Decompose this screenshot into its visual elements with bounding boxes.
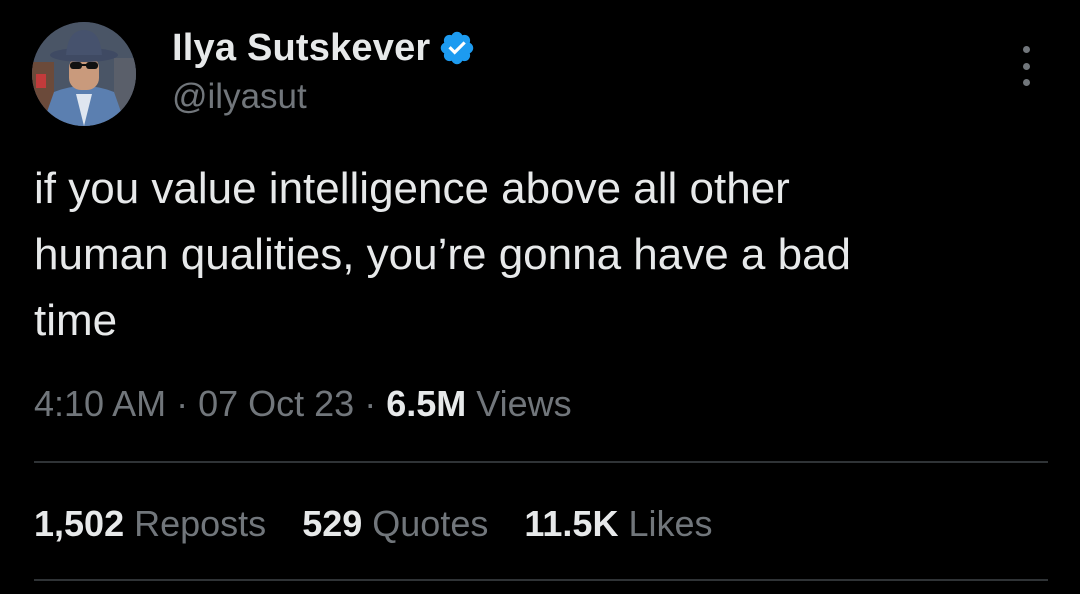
- reposts-stat[interactable]: 1,502 Reposts: [34, 500, 266, 548]
- more-options-icon[interactable]: [1012, 46, 1040, 86]
- avatar[interactable]: [32, 22, 136, 126]
- views-count: 6.5M: [386, 383, 467, 424]
- divider: [34, 461, 1048, 463]
- avatar-image: [32, 22, 136, 126]
- tweet-time[interactable]: 4:10 AM: [34, 383, 166, 424]
- verified-badge-icon[interactable]: [438, 29, 476, 67]
- author-display-name[interactable]: Ilya Sutskever: [172, 26, 430, 70]
- tweet-metadata: 4:10 AM · 07 Oct 23 · 6.5M Views: [34, 380, 572, 428]
- more-dot: [1022, 46, 1030, 53]
- more-dot: [1022, 79, 1030, 86]
- likes-stat[interactable]: 11.5K Likes: [524, 500, 712, 548]
- views-label: Views: [476, 383, 572, 424]
- meta-separator: ·: [166, 383, 199, 424]
- divider: [34, 579, 1048, 581]
- reposts-count: 1,502: [34, 503, 125, 544]
- tweet-date[interactable]: 07 Oct 23: [198, 383, 354, 424]
- likes-count: 11.5K: [524, 503, 619, 544]
- quotes-count: 529: [302, 503, 363, 544]
- author-name-row: Ilya Sutskever: [172, 26, 476, 70]
- tweet-text: if you value intelligence above all othe…: [34, 164, 852, 345]
- quotes-label: Quotes: [372, 503, 489, 544]
- author-handle[interactable]: @ilyasut: [172, 76, 307, 118]
- likes-label: Likes: [628, 503, 713, 544]
- meta-separator: ·: [354, 383, 387, 424]
- engagement-stats: 1,502 Reposts 529 Quotes 11.5K Likes: [34, 500, 713, 548]
- reposts-label: Reposts: [134, 503, 267, 544]
- more-dot: [1022, 62, 1030, 70]
- quotes-stat[interactable]: 529 Quotes: [302, 500, 488, 548]
